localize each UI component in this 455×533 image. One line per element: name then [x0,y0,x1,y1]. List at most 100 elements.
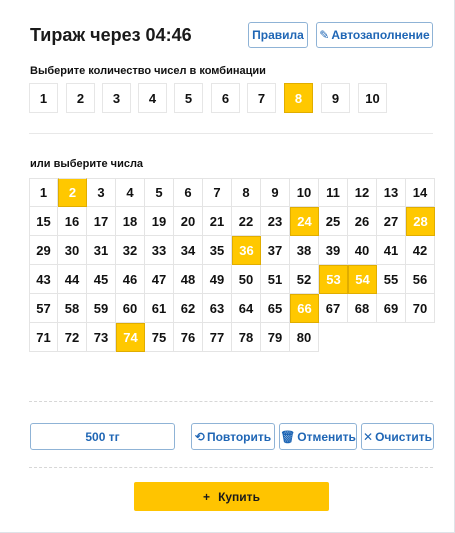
number-cell[interactable]: 20 [174,207,203,236]
number-cell[interactable]: 38 [290,236,319,265]
number-cell[interactable]: 55 [377,265,406,294]
number-cell[interactable]: 61 [145,294,174,323]
number-cell[interactable]: 3 [87,178,116,207]
count-option[interactable]: 9 [321,83,350,113]
repeat-button[interactable]: ⟲ Повторить [191,423,275,450]
number-cell[interactable]: 18 [116,207,145,236]
number-cell[interactable]: 48 [174,265,203,294]
number-cell[interactable]: 29 [29,236,58,265]
number-cell[interactable]: 57 [29,294,58,323]
number-cell[interactable]: 26 [348,207,377,236]
count-option[interactable]: 10 [358,83,387,113]
number-cell[interactable]: 41 [377,236,406,265]
clear-button[interactable]: ✕ Очистить [361,423,434,450]
number-cell[interactable]: 47 [145,265,174,294]
number-cell[interactable]: 19 [145,207,174,236]
number-cell[interactable]: 76 [174,323,203,352]
number-cell[interactable]: 67 [319,294,348,323]
count-option[interactable]: 6 [211,83,240,113]
number-cell[interactable]: 56 [406,265,435,294]
count-option[interactable]: 8 [284,83,313,113]
number-cell[interactable]: 11 [319,178,348,207]
number-cell[interactable]: 58 [58,294,87,323]
number-cell[interactable]: 7 [203,178,232,207]
count-option[interactable]: 2 [66,83,95,113]
number-cell[interactable]: 62 [174,294,203,323]
number-cell[interactable]: 71 [29,323,58,352]
count-option[interactable]: 7 [247,83,276,113]
number-cell[interactable]: 63 [203,294,232,323]
number-cell[interactable]: 51 [261,265,290,294]
close-icon: ✕ [363,429,374,444]
number-cell[interactable]: 39 [319,236,348,265]
number-cell[interactable]: 2 [58,178,87,207]
number-cell[interactable]: 45 [87,265,116,294]
number-cell[interactable]: 13 [377,178,406,207]
number-cell[interactable]: 72 [58,323,87,352]
number-cell[interactable]: 5 [145,178,174,207]
number-cell[interactable]: 66 [290,294,319,323]
number-cell[interactable]: 34 [174,236,203,265]
number-cell[interactable]: 23 [261,207,290,236]
number-cell[interactable]: 21 [203,207,232,236]
count-option[interactable]: 1 [29,83,58,113]
count-option[interactable]: 5 [174,83,203,113]
buy-button[interactable]: + Купить [134,482,329,511]
number-cell[interactable]: 27 [377,207,406,236]
number-cell[interactable]: 70 [406,294,435,323]
count-option[interactable]: 3 [102,83,131,113]
number-cell[interactable]: 54 [348,265,377,294]
number-cell[interactable]: 22 [232,207,261,236]
number-cell[interactable]: 32 [116,236,145,265]
number-cell[interactable]: 28 [406,207,435,236]
number-cell[interactable]: 74 [116,323,145,352]
number-cell[interactable]: 80 [290,323,319,352]
number-cell[interactable]: 42 [406,236,435,265]
number-cell[interactable]: 6 [174,178,203,207]
number-cell[interactable]: 64 [232,294,261,323]
number-cell[interactable]: 8 [232,178,261,207]
number-cell[interactable]: 44 [58,265,87,294]
cancel-button[interactable]: 🗑 Отменить [279,423,357,450]
number-cell[interactable]: 53 [319,265,348,294]
number-cell[interactable]: 78 [232,323,261,352]
number-cell[interactable]: 33 [145,236,174,265]
number-cell[interactable]: 59 [87,294,116,323]
number-cell[interactable]: 43 [29,265,58,294]
number-cell[interactable]: 35 [203,236,232,265]
number-cell[interactable]: 30 [58,236,87,265]
number-cell[interactable]: 1 [29,178,58,207]
number-cell[interactable]: 10 [290,178,319,207]
number-cell[interactable]: 50 [232,265,261,294]
autofill-button[interactable]: ✎ Автозаполнение [316,22,433,48]
number-cell[interactable]: 24 [290,207,319,236]
number-cell[interactable]: 17 [87,207,116,236]
number-cell[interactable]: 60 [116,294,145,323]
clear-button-label: Очистить [375,429,432,444]
number-cell[interactable]: 14 [406,178,435,207]
number-cell[interactable]: 15 [29,207,58,236]
number-cell[interactable]: 68 [348,294,377,323]
number-cell[interactable]: 40 [348,236,377,265]
number-cell[interactable]: 65 [261,294,290,323]
number-cell[interactable]: 75 [145,323,174,352]
number-cell[interactable]: 73 [87,323,116,352]
number-cell[interactable]: 79 [261,323,290,352]
number-cell[interactable]: 12 [348,178,377,207]
number-cell[interactable]: 69 [377,294,406,323]
number-cell[interactable]: 4 [116,178,145,207]
cancel-button-label: Отменить [297,429,356,444]
count-option[interactable]: 4 [138,83,167,113]
rules-button[interactable]: Правила [248,22,308,48]
number-cell[interactable]: 36 [232,236,261,265]
number-cell[interactable]: 37 [261,236,290,265]
divider [29,133,433,134]
number-cell[interactable]: 77 [203,323,232,352]
number-cell[interactable]: 49 [203,265,232,294]
number-cell[interactable]: 16 [58,207,87,236]
number-cell[interactable]: 46 [116,265,145,294]
number-cell[interactable]: 25 [319,207,348,236]
number-cell[interactable]: 31 [87,236,116,265]
number-cell[interactable]: 9 [261,178,290,207]
number-cell[interactable]: 52 [290,265,319,294]
